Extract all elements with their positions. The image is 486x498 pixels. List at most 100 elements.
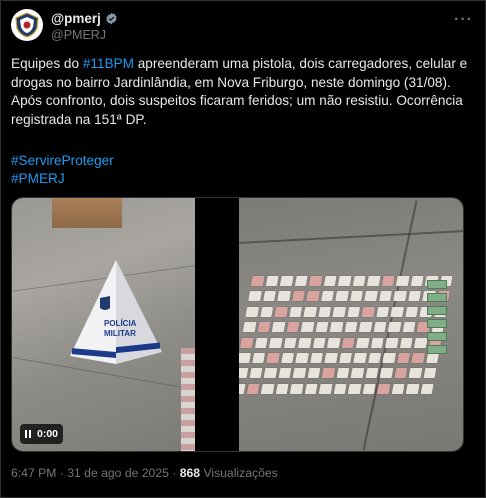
drug-packet [349,291,363,302]
drug-packet [275,383,289,394]
views-label: Visualizações [200,466,278,480]
drug-packet [248,291,262,302]
drug-packet [254,337,268,348]
packets-edge [181,348,195,451]
media-grid[interactable]: POLÍCIA MILITAR 0:00 [11,197,464,452]
drug-packet [324,352,338,363]
drug-packet [266,352,280,363]
verified-badge-icon [106,12,117,25]
display-name[interactable]: @pmerj [51,11,101,26]
drug-packet [365,368,379,379]
drug-packet [413,337,428,348]
drug-packet [306,291,320,302]
video-thumbnail-cone[interactable]: POLÍCIA MILITAR 0:00 [12,198,195,451]
drug-packet [262,291,276,302]
drug-packet [245,306,259,317]
drug-packet [318,383,333,394]
drug-packet [274,306,288,317]
video-time: 0:00 [37,428,59,440]
floor-seam [239,230,463,244]
video-control[interactable]: 0:00 [20,424,64,444]
timestamp[interactable]: 6:47 PM · 31 de ago de 2025 · [11,466,180,480]
drug-packet [239,352,251,363]
drug-packet [280,352,295,363]
drug-packet [329,322,343,333]
drug-packet [353,352,367,363]
drug-packet [361,306,375,317]
drug-packet [391,383,405,394]
drug-packet [265,276,279,286]
drug-packet [366,276,381,286]
drug-packet [250,276,265,286]
drug-packet [395,276,410,286]
drug-packet [394,368,408,379]
drug-packet [373,322,387,333]
hashtag-servireproteger[interactable]: #ServireProteger [11,152,114,170]
drug-packet [321,368,335,379]
drug-packet [260,383,275,394]
drug-packets [239,276,453,396]
drug-packet [332,306,346,317]
hashtag-pmerj[interactable]: #PMERJ [11,170,114,188]
drug-packet [304,383,318,394]
drug-packet [268,337,283,348]
photo-seized-items[interactable] [239,198,463,451]
avatar[interactable] [11,9,43,41]
drug-packet [303,306,317,317]
drug-packet [336,368,350,379]
drug-packet [358,322,372,333]
drug-packet [404,306,419,317]
tweet-header: @pmerj @PMERJ ··· [11,9,477,43]
drug-packet [317,306,332,317]
drug-packet [408,368,422,379]
drug-packet [312,337,326,348]
drug-packet [347,383,362,394]
drug-packet [405,383,420,394]
drug-packet [346,306,361,317]
drug-packet [277,291,291,302]
drug-packet [257,322,271,333]
drug-packet [291,291,305,302]
drug-packet [411,352,425,363]
tweet-text: Equipes do #11BPM apreenderam uma pistol… [11,55,477,130]
drug-packet [333,383,347,394]
drug-packet [239,368,248,379]
drug-packet [381,276,395,286]
drug-packet [367,352,382,363]
drug-packet [382,352,396,363]
drug-packet [335,291,349,302]
drug-packet [297,337,312,348]
cone-label-1: POLÍCIA [104,319,137,328]
drug-packet [283,337,297,348]
wood-block [52,198,122,228]
drug-packet [350,368,364,379]
drug-packet [355,337,370,348]
drug-packet [352,276,366,286]
handle[interactable]: @PMERJ [51,28,118,42]
drug-packet [309,352,324,363]
more-icon[interactable]: ··· [454,11,473,29]
drug-packet [370,337,384,348]
drug-packet [249,368,263,379]
drug-packet [387,322,401,333]
video-letterbox [195,198,239,451]
drug-packet [341,337,355,348]
drug-packet [344,322,358,333]
user-info: @pmerj @PMERJ [51,10,118,42]
drug-packet [246,383,260,394]
drug-packet [239,383,246,394]
drug-packet [338,352,353,363]
hashtag-list: #ServireProteger #PMERJ [11,152,114,188]
hashtag-link-11bpm[interactable]: #11BPM [83,56,134,71]
drug-packet [288,306,303,317]
drug-packet [378,291,392,302]
drug-packet [279,276,294,286]
drug-packet [259,306,274,317]
drug-packet [410,276,424,286]
drug-packet [390,306,404,317]
drug-packet [323,276,337,286]
drug-packet [393,291,407,302]
tweet-metadata: 6:47 PM · 31 de ago de 2025 · 868 Visual… [11,466,278,480]
drug-packet [289,383,304,394]
pause-icon[interactable] [25,430,31,438]
